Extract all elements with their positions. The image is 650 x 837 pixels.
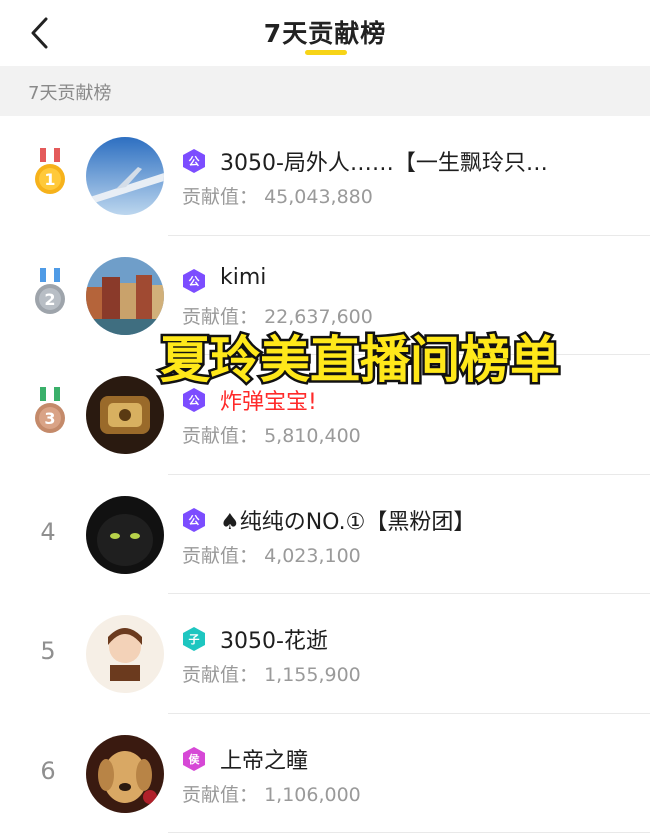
contribution-value: 贡献值： 5,810,400 [182, 425, 361, 447]
rank-badge-icon: 侯 [182, 746, 206, 772]
rank-number: 5 [40, 637, 56, 665]
ranking-row[interactable]: 1 公 3050-局外人……【一生飘玲只… 贡献值： 45,043,880 [0, 116, 650, 236]
section-label: 7天贡献榜 [28, 83, 112, 104]
user-name: kimi [220, 264, 267, 290]
ranking-row[interactable]: 5 子 3050-花逝 贡献值： 1,155,900 [0, 594, 650, 714]
section-header: 7天贡献榜 [0, 66, 650, 116]
rank-badge-icon: 子 [182, 626, 206, 652]
silver-medal-icon: 2 [32, 267, 68, 320]
avatar[interactable] [86, 137, 164, 215]
avatar[interactable] [86, 256, 164, 335]
ranking-row[interactable]: 6 侯 上帝之瞳 贡献值： 1,106,000 [0, 714, 650, 833]
top-bar: 7天贡献榜 [0, 0, 650, 66]
user-name: ♠纯纯のNO.①【黑粉团】 [220, 509, 476, 535]
rank-badge-icon: 公 [182, 268, 206, 294]
avatar[interactable] [86, 615, 164, 693]
rank-number: 4 [40, 517, 56, 546]
user-name: 3050-花逝 [220, 629, 328, 654]
rank-badge-icon: 公 [182, 507, 206, 533]
contribution-value: 贡献值： 45,043,880 [182, 186, 373, 208]
svg-text:1: 1 [44, 170, 55, 189]
avatar[interactable] [86, 495, 164, 574]
user-name: 3050-局外人……【一生飘玲只… [220, 151, 548, 176]
svg-text:2: 2 [44, 290, 55, 309]
rank-badge-icon: 公 [182, 148, 206, 174]
ranking-row[interactable]: 4 公 ♠纯纯のNO.①【黑粉团】 贡献值： 4,023,100 [0, 475, 650, 594]
svg-text:夏玲美直播间榜单: 夏玲美直播间榜单 [160, 331, 560, 389]
contribution-value: 贡献值： 1,155,900 [182, 664, 361, 686]
overlay-caption: 夏玲美直播间榜单 [148, 325, 572, 395]
gold-medal-icon: 1 [32, 148, 68, 200]
tab-active-indicator [305, 50, 347, 55]
divider [168, 832, 650, 833]
contribution-value: 贡献值： 4,023,100 [182, 544, 361, 567]
bronze-medal-icon: 3 [32, 387, 68, 439]
page-title: 7天贡献榜 [263, 19, 387, 48]
rank-number: 6 [40, 756, 56, 785]
ranking-list: 1 公 3050-局外人……【一生飘玲只… 贡献值： 45,043,880 2 … [0, 116, 650, 833]
svg-text:3: 3 [44, 409, 55, 428]
avatar[interactable] [86, 734, 164, 813]
contribution-value: 贡献值： 1,106,000 [182, 783, 361, 806]
user-name: 上帝之瞳 [220, 748, 309, 774]
